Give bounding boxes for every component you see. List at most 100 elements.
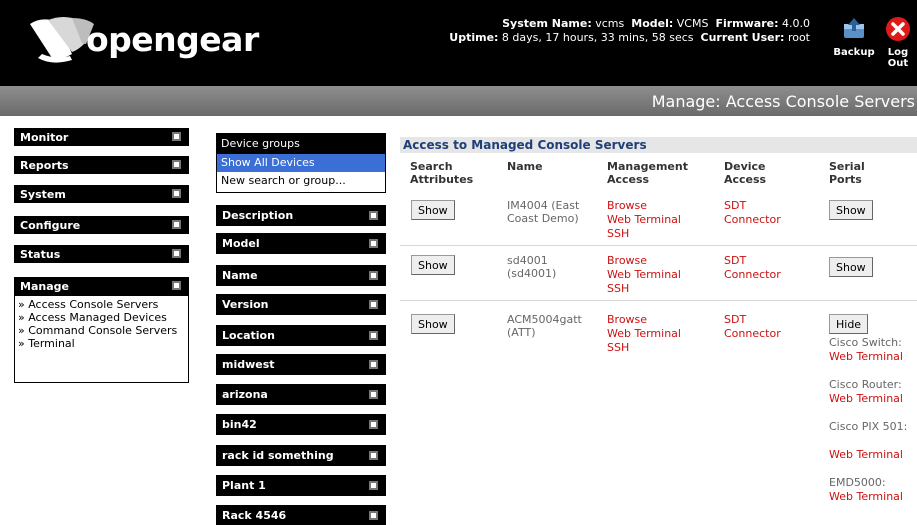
uptime-label: Uptime: xyxy=(449,31,499,44)
group-bar-version[interactable]: Version xyxy=(216,294,386,315)
port-label: EMD5000: xyxy=(829,476,886,489)
row-divider xyxy=(400,245,917,246)
sdt-link[interactable]: SDT xyxy=(724,254,746,267)
group-bar-plant-1[interactable]: Plant 1 xyxy=(216,475,386,496)
expand-icon xyxy=(369,451,378,460)
model-label: Model: xyxy=(631,17,674,30)
expand-icon xyxy=(172,220,181,229)
serial-ports-show-button[interactable]: Show xyxy=(829,257,873,277)
model-value: VCMS xyxy=(676,17,709,30)
logout-label: Log Out xyxy=(887,47,909,69)
sdt-link[interactable]: SDT xyxy=(724,199,746,212)
sdt-connector-link[interactable]: Connector xyxy=(724,268,781,281)
backup-icon xyxy=(844,18,864,38)
group-bar-label: Rack 4546 xyxy=(222,509,287,522)
table-heading: Access to Managed Console Servers xyxy=(400,137,917,153)
col-header-name: Name xyxy=(507,160,543,173)
serial-ports-hide-button[interactable]: Hide xyxy=(829,314,869,334)
nav-access-managed-devices[interactable]: » Access Managed Devices xyxy=(18,311,185,324)
search-attributes-show-button[interactable]: Show xyxy=(411,200,455,220)
col-header-device: Device Access xyxy=(724,160,767,186)
group-bar-location[interactable]: Location xyxy=(216,325,386,346)
ssh-link[interactable]: SSH xyxy=(607,282,629,295)
search-attributes-show-button[interactable]: Show xyxy=(411,314,455,334)
group-bar-description[interactable]: Description xyxy=(216,205,386,226)
group-bar-rack-4546[interactable]: Rack 4546 xyxy=(216,505,386,525)
port-web-terminal-link[interactable]: Web Terminal xyxy=(829,490,915,503)
group-bar-label: Location xyxy=(222,329,275,342)
group-bar-bin42[interactable]: bin42 xyxy=(216,414,386,435)
nav-status-label: Status xyxy=(20,248,61,261)
sdt-link[interactable]: SDT xyxy=(724,313,746,326)
port-web-terminal-link[interactable]: Web Terminal xyxy=(829,448,915,461)
backup-button[interactable]: Backup xyxy=(832,16,876,58)
web-terminal-link[interactable]: Web Terminal xyxy=(607,213,681,226)
expand-icon xyxy=(369,511,378,520)
nav-command-console-servers[interactable]: » Command Console Servers xyxy=(18,324,185,337)
nav-configure[interactable]: Configure xyxy=(14,216,189,234)
device-name: IM4004 (East Coast Demo) xyxy=(507,199,580,225)
current-user-value: root xyxy=(787,31,810,44)
expand-icon xyxy=(369,481,378,490)
expand-icon xyxy=(369,239,378,248)
ssh-link[interactable]: SSH xyxy=(607,227,629,240)
manage-submenu: » Access Console Servers » Access Manage… xyxy=(14,295,189,383)
nav-terminal[interactable]: » Terminal xyxy=(18,337,185,350)
system-info-line-2: Uptime: 8 days, 17 hours, 33 mins, 58 se… xyxy=(410,31,810,45)
expand-icon xyxy=(369,211,378,220)
nav-manage-label: Manage xyxy=(20,280,69,293)
expand-icon xyxy=(172,189,181,198)
nav-reports-label: Reports xyxy=(20,159,69,172)
group-show-all-devices[interactable]: Show All Devices xyxy=(217,154,385,172)
sdt-connector-link[interactable]: Connector xyxy=(724,327,781,340)
group-new-search[interactable]: New search or group... xyxy=(217,172,385,190)
group-bar-arizona[interactable]: arizona xyxy=(216,384,386,405)
browse-link[interactable]: Browse xyxy=(607,199,647,212)
group-bar-midwest[interactable]: midwest xyxy=(216,354,386,375)
port-web-terminal-link[interactable]: Web Terminal xyxy=(829,350,915,363)
group-bar-label: Description xyxy=(222,209,294,222)
system-name-label: System Name: xyxy=(502,17,592,30)
group-bar-name[interactable]: Name xyxy=(216,265,386,286)
nav-monitor[interactable]: Monitor xyxy=(14,128,189,146)
system-info: System Name: vcms Model: VCMS Firmware: … xyxy=(410,17,810,45)
port-web-terminal-link[interactable]: Web Terminal xyxy=(829,392,915,405)
expand-icon xyxy=(172,160,181,169)
ssh-link[interactable]: SSH xyxy=(607,341,629,354)
nav-status[interactable]: Status xyxy=(14,245,189,263)
group-bar-rack-id-something[interactable]: rack id something xyxy=(216,445,386,466)
col-header-serial: Serial Ports xyxy=(829,160,865,186)
group-bar-label: rack id something xyxy=(222,449,334,462)
expand-icon xyxy=(172,132,181,141)
nav-reports[interactable]: Reports xyxy=(14,156,189,174)
system-info-line-1: System Name: vcms Model: VCMS Firmware: … xyxy=(410,17,810,31)
nav-access-console-servers[interactable]: » Access Console Servers xyxy=(18,298,185,311)
backup-label: Backup xyxy=(833,47,875,58)
nav-manage[interactable]: Manage xyxy=(14,277,189,295)
nav-system[interactable]: System xyxy=(14,185,189,203)
port-label: Cisco Router: xyxy=(829,378,902,391)
group-bar-model[interactable]: Model xyxy=(216,233,386,254)
logout-button[interactable]: Log Out xyxy=(876,16,917,69)
device-groups-list[interactable]: Show All Devices New search or group... xyxy=(216,153,386,193)
uptime-value: 8 days, 17 hours, 33 mins, 58 secs xyxy=(501,31,694,44)
port-label: Cisco Switch: xyxy=(829,336,902,349)
group-bar-label: Name xyxy=(222,269,258,282)
group-bar-label: Version xyxy=(222,298,269,311)
device-name: ACM5004gatt (ATT) xyxy=(507,313,582,339)
expand-icon xyxy=(369,390,378,399)
browse-link[interactable]: Browse xyxy=(607,254,647,267)
col-header-management: Management Access xyxy=(607,160,688,186)
search-attributes-show-button[interactable]: Show xyxy=(411,255,455,275)
browse-link[interactable]: Browse xyxy=(607,313,647,326)
brand-name: opengear xyxy=(86,20,259,59)
sdt-connector-link[interactable]: Connector xyxy=(724,213,781,226)
row-divider xyxy=(400,300,917,301)
expand-icon xyxy=(369,271,378,280)
page-title: Manage: Access Console Servers xyxy=(651,92,915,111)
web-terminal-link[interactable]: Web Terminal xyxy=(607,327,681,340)
page-title-bar: Manage: Access Console Servers xyxy=(0,86,917,116)
serial-ports-show-button[interactable]: Show xyxy=(829,200,873,220)
opengear-logo[interactable]: opengear xyxy=(28,17,288,68)
web-terminal-link[interactable]: Web Terminal xyxy=(607,268,681,281)
